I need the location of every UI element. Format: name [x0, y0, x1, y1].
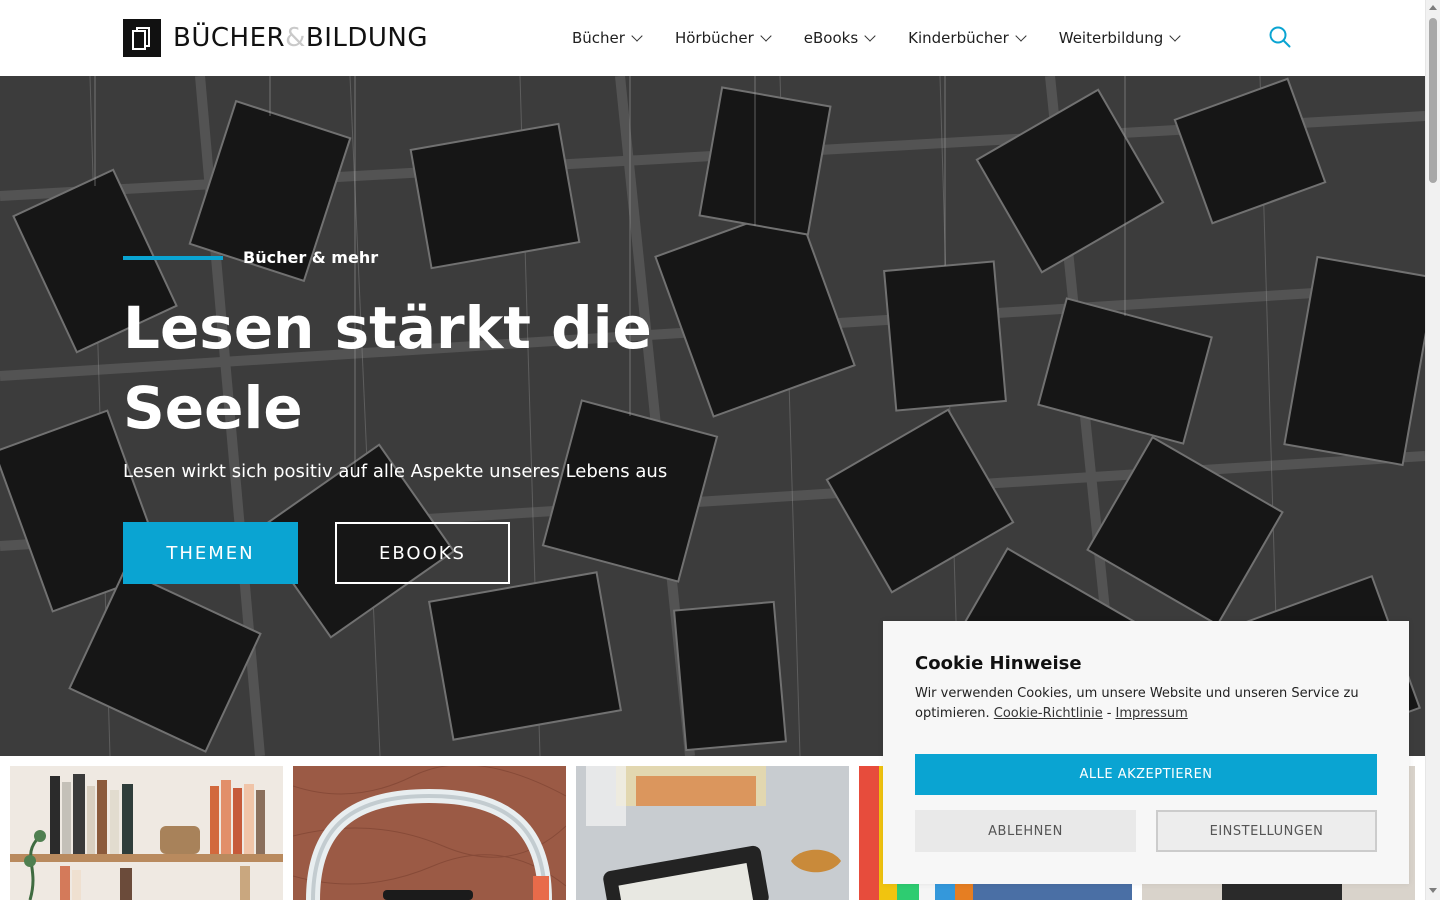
cookie-description: Wir verwenden Cookies, um unsere Website… [915, 684, 1385, 724]
imprint-link[interactable]: Impressum [1115, 706, 1187, 721]
thumbnail-ereader-image[interactable] [576, 766, 849, 900]
ebooks-button[interactable]: EBOOKS [335, 522, 510, 584]
chevron-down-icon [1169, 30, 1181, 42]
book-logo-icon [123, 19, 161, 57]
scroll-down-arrow-icon[interactable] [1429, 888, 1437, 893]
search-icon[interactable] [1268, 25, 1292, 49]
cookie-settings-button[interactable]: EINSTELLUNGEN [1156, 810, 1377, 852]
nav-item-weiterbildung[interactable]: Weiterbildung [1058, 29, 1181, 47]
nav-item-label: Weiterbildung [1058, 29, 1164, 47]
logo-word-2: BILDUNG [305, 23, 428, 53]
hero-title: Lesen stärkt die Seele [123, 294, 652, 442]
nav-item-label: eBooks [803, 29, 859, 47]
main-nav: Bücher Hörbücher eBooks Kinderbücher Wei… [572, 0, 1181, 76]
thumbnail-bookshelf-image[interactable] [10, 766, 283, 900]
nav-item-label: Bücher [572, 29, 625, 47]
hero-eyebrow: Bücher & mehr [123, 248, 378, 267]
nav-item-hoerbuecher[interactable]: Hörbücher [674, 29, 772, 47]
logo-wordmark: BÜCHER&BILDUNG [173, 23, 428, 53]
reject-cookies-button[interactable]: ABLEHNEN [915, 810, 1136, 852]
eyebrow-accent-line [123, 255, 223, 260]
scroll-up-arrow-icon[interactable] [1429, 5, 1437, 10]
logo-word-1: BÜCHER [173, 23, 286, 53]
cookie-banner: Cookie Hinweise Wir verwenden Cookies, u… [883, 621, 1409, 884]
chevron-down-icon [864, 30, 876, 42]
cookie-link-separator: - [1106, 706, 1112, 721]
page-scrollbar[interactable] [1425, 0, 1440, 900]
cookie-policy-link[interactable]: Cookie-Richtlinie [994, 706, 1103, 721]
accept-all-cookies-button[interactable]: ALLE AKZEPTIEREN [915, 754, 1377, 795]
site-logo[interactable]: BÜCHER&BILDUNG [123, 19, 428, 57]
site-header: BÜCHER&BILDUNG Bücher Hörbücher eBooks K… [0, 0, 1425, 76]
chevron-down-icon [631, 30, 643, 42]
nav-item-label: Hörbücher [674, 29, 754, 47]
chevron-down-icon [760, 30, 772, 42]
chevron-down-icon [1015, 30, 1027, 42]
thumbnail-headphones-image[interactable] [293, 766, 566, 900]
nav-item-buecher[interactable]: Bücher [572, 29, 643, 47]
themen-button[interactable]: THEMEN [123, 522, 298, 584]
nav-item-ebooks[interactable]: eBooks [803, 29, 876, 47]
nav-item-label: Kinderbücher [908, 29, 1009, 47]
scrollbar-thumb[interactable] [1429, 18, 1437, 183]
cookie-title: Cookie Hinweise [915, 653, 1082, 674]
logo-ampersand: & [285, 23, 306, 53]
hero-subtitle: Lesen wirkt sich positiv auf alle Aspekt… [123, 461, 668, 482]
eyebrow-text: Bücher & mehr [243, 248, 379, 267]
nav-item-kinderbuecher[interactable]: Kinderbücher [908, 29, 1027, 47]
